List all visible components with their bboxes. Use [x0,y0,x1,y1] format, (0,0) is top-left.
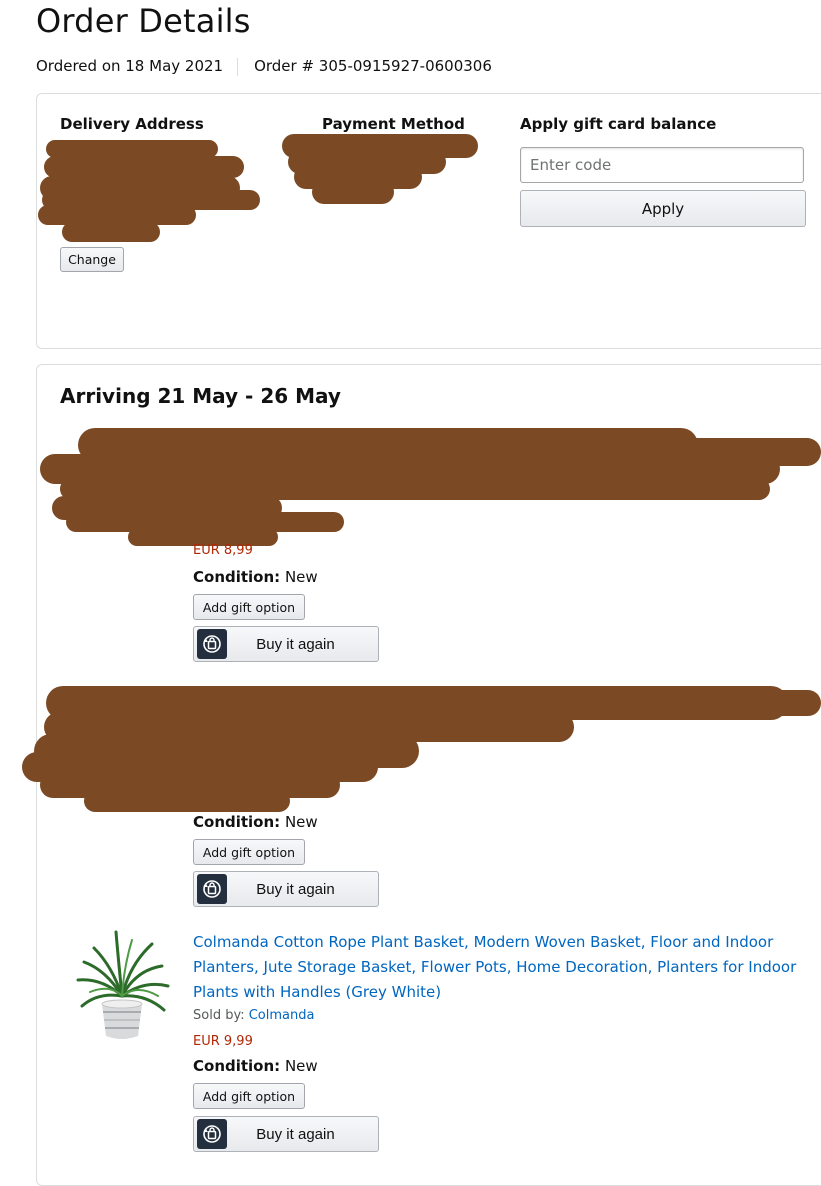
item-3-price: EUR 9,99 [193,1034,253,1049]
item-3-buy-again-button[interactable]: Buy it again [193,1116,379,1152]
gift-card-heading: Apply gift card balance [520,115,717,133]
buy-again-label: Buy it again [256,1125,335,1143]
plant-pot-image[interactable] [72,926,172,1046]
delivery-address-heading: Delivery Address [60,115,204,133]
page-title: Order Details [36,2,251,40]
item-3-sold-by: Sold by: Colmanda [193,1008,315,1023]
order-date: Ordered on 18 May 2021 [36,57,224,75]
item-1-buy-again-button[interactable]: Buy it again [193,626,379,662]
item-1-price: EUR 8,99 [193,543,253,558]
gift-code-input[interactable] [520,147,804,183]
item-2-add-gift-option-button[interactable]: Add gift option [193,839,305,865]
arriving-heading: Arriving 21 May - 26 May [60,384,341,408]
item-2-buy-again-button[interactable]: Buy it again [193,871,379,907]
buy-again-label: Buy it again [256,635,335,653]
item-3-condition: Condition: New [193,1057,318,1075]
apply-button[interactable]: Apply [520,190,806,227]
payment-method-heading: Payment Method [322,115,465,133]
change-address-button[interactable]: Change [60,247,124,272]
divider [237,57,239,76]
seller-link[interactable]: Colmanda [249,1008,315,1023]
buy-again-icon [197,874,227,904]
buy-again-icon [197,1119,227,1149]
buy-again-label: Buy it again [256,880,335,898]
item-1-add-gift-option-button[interactable]: Add gift option [193,594,305,620]
order-meta: Ordered on 18 May 2021 Order # 305-091592… [36,57,492,76]
item-1-condition: Condition: New [193,568,318,586]
order-number: Order # 305-0915927-0600306 [254,57,492,75]
item-2-condition: Condition: New [193,813,318,831]
item-3-title-link[interactable]: Colmanda Cotton Rope Plant Basket, Moder… [193,930,813,1005]
buy-again-icon [197,629,227,659]
item-3-add-gift-option-button[interactable]: Add gift option [193,1083,305,1109]
